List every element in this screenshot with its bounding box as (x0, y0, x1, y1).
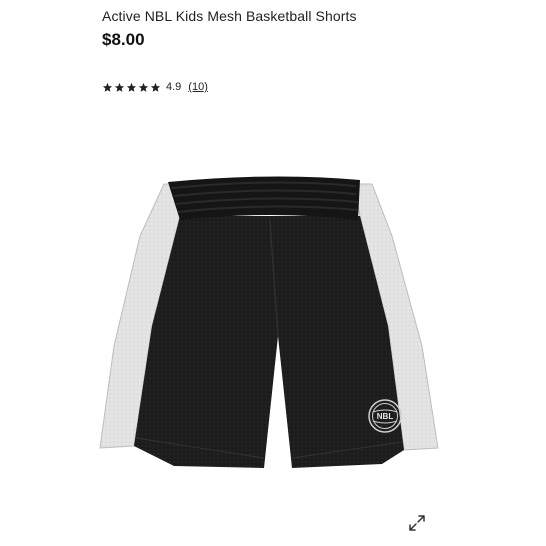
star-icon (114, 82, 125, 92)
expand-arrows-icon[interactable] (408, 514, 426, 532)
shorts-image[interactable]: NBL (92, 176, 462, 496)
star-icon (150, 82, 161, 92)
product-title: Active NBL Kids Mesh Basketball Shorts (102, 8, 357, 24)
star-icon (126, 82, 137, 92)
shorts-body (134, 216, 404, 468)
product-header: Active NBL Kids Mesh Basketball Shorts $… (102, 8, 357, 50)
rating-row: 4.9 (10) (102, 81, 208, 93)
review-count-link[interactable]: (10) (188, 81, 208, 93)
star-rating (102, 82, 161, 93)
star-icon (138, 82, 149, 92)
star-icon (102, 82, 113, 92)
rating-value: 4.9 (166, 81, 182, 93)
product-price: $8.00 (102, 30, 145, 49)
svg-text:NBL: NBL (377, 412, 394, 421)
